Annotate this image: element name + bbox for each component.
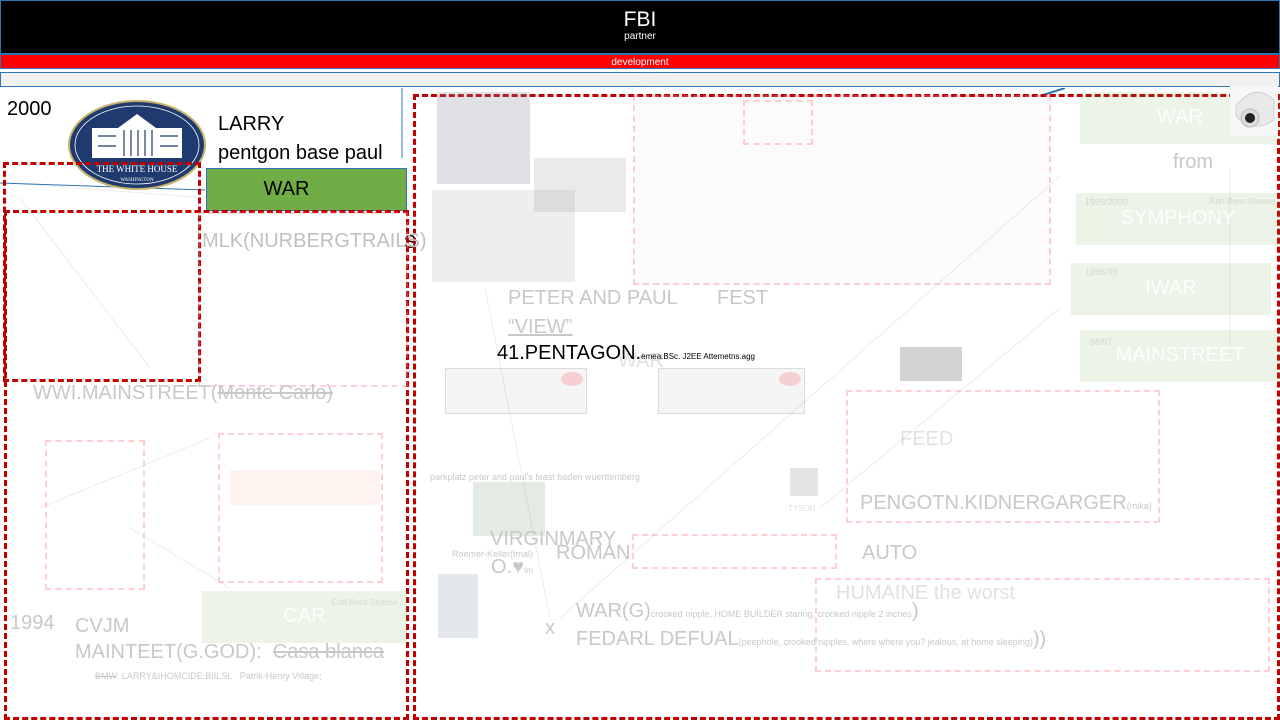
faint-frame-roman: [632, 534, 837, 569]
war-g-label: WAR(G): [576, 600, 651, 622]
subtitle: partner: [624, 31, 656, 42]
wwi-line: WWI.MAINSTREET(Monte Carlo): [33, 382, 333, 405]
war-label: WAR: [263, 178, 310, 200]
portrait-photo: [437, 92, 530, 184]
right-mainstreet-label: MAINSTREET: [1115, 344, 1245, 366]
war-g-end: ): [911, 600, 919, 622]
mainteet-label: MAINTEET(G.GOD):: [75, 641, 262, 663]
o-heart-line: O.♥tm: [491, 556, 533, 579]
carl-benz-label: Carl-Benz-Strasse: [332, 598, 398, 607]
pengotn-label: PENGOTN.KIDNERGARGER: [860, 492, 1127, 514]
right-small-label: Karl-Benz-Strasse: [1210, 197, 1275, 206]
security-camera-icon: [1230, 86, 1278, 136]
development-bar: development: [0, 54, 1280, 69]
right-from-label: from: [1173, 151, 1213, 173]
bmw-label: BMW: [95, 671, 117, 681]
right-iwar-label: IWAR: [1145, 277, 1197, 299]
war-g-small: crooked nipple, HOME BUILDER staring, cr…: [650, 609, 912, 619]
peter-paul-label: PETER AND PAUL: [508, 287, 678, 309]
pengotn-line: PENGOTN.KIDNERGARGER(mika): [860, 492, 1152, 515]
war-g-line: WAR(G)crooked nipple, HOME BUILDER stari…: [576, 600, 919, 623]
year-1994: 1994: [10, 612, 55, 634]
small-photo: [900, 347, 962, 381]
fedarl-end: )): [1032, 628, 1047, 650]
car-label: CAR: [283, 605, 326, 627]
year-1999: 1999/2000: [1085, 197, 1128, 207]
right-war-label: WAR: [1157, 106, 1203, 128]
casa-blanca-label: Casa blanca: [272, 641, 384, 663]
wwi-label: WWI.MAINSTREET(: [33, 382, 218, 404]
fedarl-label: FEDARL DEFUAL: [576, 628, 739, 650]
war-box[interactable]: WAR: [206, 168, 407, 211]
fedarl-small: (peephole, crooked nipples, where where …: [738, 637, 1033, 647]
monte-carlo-label: Monte Carlo): [217, 382, 334, 404]
mlk-label: MLK(NURBERGTRAILS): [202, 230, 427, 252]
roman-label: ROMAN: [556, 542, 631, 564]
faint-frame-top: [633, 95, 1051, 285]
parkplatz-label: parkplatz peter and paul's feast baden w…: [430, 472, 640, 482]
right-symphony-label: SYMPHONY: [1120, 207, 1236, 229]
x-mark: x: [545, 617, 555, 639]
development-bar-faint: DEVELOPMENT: [0, 72, 1280, 87]
auto-label: AUTO: [862, 542, 918, 564]
fedarl-line: FEDARL DEFUAL(peephole, crooked nipples,…: [576, 628, 1046, 651]
pentagon-base-label: pentgon base paul: [218, 142, 383, 164]
faint-frame-b: [218, 433, 383, 583]
title-bar: FBI partner: [0, 0, 1280, 54]
o-heart-label: O.♥: [491, 556, 524, 578]
faint-frame-a: [45, 440, 145, 590]
pengotn-small: (mika): [1126, 501, 1152, 511]
faint-orange-block: [230, 470, 380, 505]
fest-label: FEST: [717, 287, 769, 309]
cvjm-label: CVJM: [75, 615, 130, 637]
house-photo: [438, 574, 478, 638]
faint-dot-2: [779, 372, 801, 386]
tyson-label: TYSON: [788, 504, 816, 513]
war-mid-label: WAR: [618, 350, 664, 372]
year-98: 98/97: [1090, 337, 1113, 347]
o-heart-small: tm: [524, 566, 533, 575]
year-1996: 1996/99: [1085, 267, 1118, 277]
larry-label: LARRY: [218, 113, 285, 135]
faint-frame-small: [743, 100, 813, 145]
view-label: “VIEW”: [508, 316, 573, 338]
feed-label: FEED: [900, 428, 954, 450]
tyson-photo: [790, 468, 818, 496]
larry-bill-label: LARRY&IHOMCIDE:BIILSt.: [121, 671, 233, 681]
stealth-photo: [432, 190, 575, 282]
year-2000: 2000: [7, 98, 52, 120]
patrik-label: Patrik-Henry Village;: [239, 671, 322, 681]
faint-dot-1: [561, 372, 583, 386]
title: FBI: [623, 8, 657, 31]
mainteet-line: MAINTEET(G.GOD): Casa blanca: [75, 641, 384, 664]
bmw-line: BMW: LARRY&IHOMCIDE:BIILSt. Patrik-Henry…: [95, 671, 322, 681]
